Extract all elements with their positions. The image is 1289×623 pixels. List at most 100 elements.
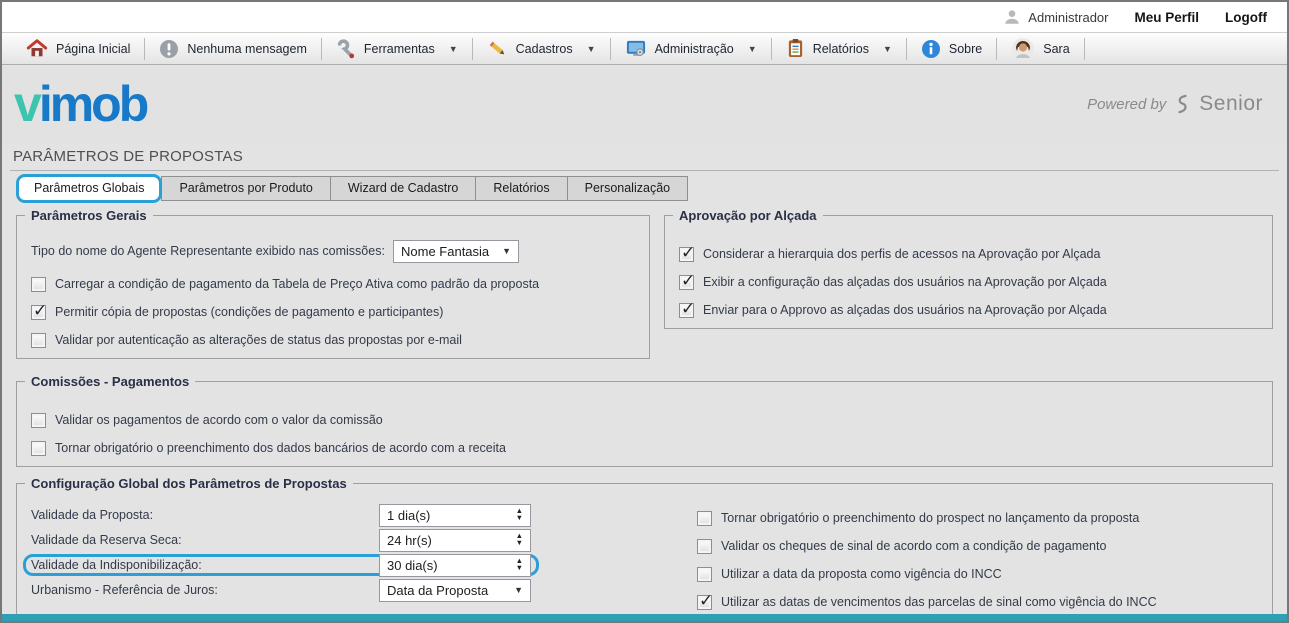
group-configuracao-global: Configuração Global dos Parâmetros de Pr… [16,476,1273,621]
current-user: Administrador [1003,8,1109,26]
senior-logo-icon [1174,93,1191,115]
checkbox-label: Enviar para o Approvo as alçadas dos usu… [703,303,1107,317]
info-icon [921,39,941,59]
checkbox-row[interactable]: Validar por autenticação as alterações d… [31,326,635,354]
validade-proposta-spinner[interactable]: 1 dia(s) ▲ ▼ [379,503,531,527]
checkbox-row[interactable]: Validar os cheques de sinal de acordo co… [697,532,1157,560]
senior-brand-label: Senior [1199,92,1263,115]
checkbox-label: Utilizar as datas de vencimentos das par… [721,595,1157,609]
avatar [1011,37,1035,61]
checkbox[interactable] [31,332,46,348]
checkbox[interactable] [679,271,695,291]
checkbox[interactable] [31,301,47,321]
logoff-link[interactable]: Logoff [1225,10,1267,25]
tab-label: Relatórios [493,181,550,195]
report-icon [786,38,805,59]
field-row-urbanismo-referencia-juros: Urbanismo - Referência de Juros: Data da… [23,578,539,602]
group-legend: Configuração Global dos Parâmetros de Pr… [25,476,353,491]
field-label: Validade da Indisponibilização: [31,558,202,572]
validade-indisponibilizacao-spinner[interactable]: 30 dia(s) ▲ ▼ [379,553,531,577]
checkbox[interactable] [31,412,46,428]
checkbox[interactable] [679,243,695,263]
checkbox[interactable] [679,299,695,319]
user-bar: Administrador Meu Perfil Logoff [2,2,1287,32]
toolbar-divider [905,37,907,60]
spinner-value: 30 dia(s) [387,557,438,573]
field-row-validade-indisponibilizacao: Validade da Indisponibilização: 30 dia(s… [23,553,539,577]
tab-wizard-de-cadastro[interactable]: Wizard de Cadastro [329,175,477,201]
checkbox-row[interactable]: Permitir cópia de propostas (condições d… [31,298,635,326]
toolbar-item-label: Cadastros [515,41,573,56]
checkbox-row[interactable]: Validar os pagamentos de acordo com o va… [31,406,1258,434]
tab-parametros-por-produto[interactable]: Parâmetros por Produto [161,175,331,201]
monitor-icon [625,38,647,59]
vimob-logo: vimob [14,79,149,129]
toolbar-item-home[interactable]: Página Inicial [14,35,142,62]
toolbar-item-relatorios[interactable]: Relatórios ▼ [774,35,904,62]
validade-reserva-seca-spinner[interactable]: 24 hr(s) ▲ ▼ [379,528,531,552]
urbanismo-referencia-juros-select[interactable]: Data da Proposta ▼ [379,578,531,602]
page-title: PARÂMETROS DE PROPOSTAS [13,147,243,165]
checkbox-label: Permitir cópia de propostas (condições d… [55,305,444,319]
bottom-accent-bar [2,614,1287,621]
tab-personalizacao[interactable]: Personalização [566,175,689,201]
checkbox-row[interactable]: Considerar a hierarquia dos perfis de ac… [679,240,1258,268]
group-aprovacao-por-alcada: Aprovação por Alçada Considerar a hierar… [664,208,1273,329]
checkbox[interactable] [697,591,713,611]
title-bar: PARÂMETROS DE PROPOSTAS [10,142,1279,171]
chevron-down-icon: ▼ [514,585,523,595]
checkbox[interactable] [31,276,46,292]
tab-label: Parâmetros por Produto [179,181,313,195]
alert-icon [159,39,179,59]
checkbox-row[interactable]: Carregar a condição de pagamento da Tabe… [31,270,635,298]
tab-relatorios[interactable]: Relatórios [475,175,568,201]
toolbar-item-sobre[interactable]: Sobre [909,35,994,62]
person-icon [1003,8,1021,26]
checkbox-row[interactable]: Utilizar a data da proposta como vigênci… [697,560,1157,588]
tab-parametros-globais[interactable]: Parâmetros Globais [16,173,163,203]
toolbar-item-user-sara[interactable]: Sara [999,35,1081,62]
field-row-validade-reserva-seca: Validade da Reserva Seca: 24 hr(s) ▲ ▼ [23,528,539,552]
toolbar-item-cadastros[interactable]: Cadastros ▼ [475,35,608,62]
checkbox-row[interactable]: Tornar obrigatório o preenchimento dos d… [31,434,1258,462]
checkbox[interactable] [697,538,712,554]
toolbar-item-label: Sobre [948,41,983,56]
chevron-down-icon: ▼ [502,246,511,256]
checkbox-row[interactable]: Exibir a configuração das alçadas dos us… [679,268,1258,296]
checkbox-row[interactable]: Utilizar as datas de vencimentos das par… [697,588,1157,616]
chevron-down-icon: ▼ [586,43,596,54]
toolbar-divider [1083,37,1085,60]
toolbar-item-ferramentas[interactable]: Ferramentas ▼ [324,35,470,62]
config-left-column: Validade da Proposta: 1 dia(s) ▲ ▼ Valida… [23,503,547,602]
spinner-arrows-icon[interactable]: ▲ ▼ [516,507,523,522]
field-row-validade-proposta: Validade da Proposta: 1 dia(s) ▲ ▼ [23,503,539,527]
checkbox-label: Validar os pagamentos de acordo com o va… [55,413,383,427]
tab-label: Parâmetros Globais [34,181,145,195]
checkbox-row[interactable]: Enviar para o Approvo as alçadas dos usu… [679,296,1258,324]
tab-strip: Parâmetros Globais Parâmetros por Produt… [16,173,1273,203]
checkbox-label: Validar por autenticação as alterações d… [55,333,462,347]
my-profile-link[interactable]: Meu Perfil [1135,10,1200,25]
config-right-column: Tornar obrigatório o preenchimento do pr… [697,504,1157,616]
checkbox[interactable] [697,566,712,582]
checkbox-row[interactable]: Tornar obrigatório o preenchimento do pr… [697,504,1157,532]
chevron-down-icon: ▼ [882,43,892,54]
toolbar-item-label: Sara [1043,41,1070,56]
checkbox[interactable] [697,510,712,526]
field-label: Validade da Proposta: [31,508,154,522]
checkbox-label: Considerar a hierarquia dos perfis de ac… [703,247,1101,261]
spinner-arrows-icon[interactable]: ▲ ▼ [516,557,523,572]
tab-label: Personalização [584,181,671,195]
tab-label: Wizard de Cadastro [347,181,459,195]
spinner-arrows-icon[interactable]: ▲ ▼ [516,532,523,547]
group-legend: Comissões - Pagamentos [25,374,196,389]
checkbox-label: Tornar obrigatório o preenchimento dos d… [55,441,506,455]
toolbar-item-administracao[interactable]: Administração ▼ [613,35,769,62]
group-parametros-gerais: Parâmetros Gerais Tipo do nome do Agente… [16,208,650,359]
toolbar-item-messages[interactable]: Nenhuma mensagem [147,35,319,62]
tab-content: Parâmetros Gerais Tipo do nome do Agente… [2,203,1287,621]
agente-nome-select[interactable]: Nome Fantasia ▼ [393,239,519,263]
checkbox-label: Carregar a condição de pagamento da Tabe… [55,277,540,291]
powered-by: Powered by Senior [1087,92,1263,116]
checkbox[interactable] [31,440,46,456]
